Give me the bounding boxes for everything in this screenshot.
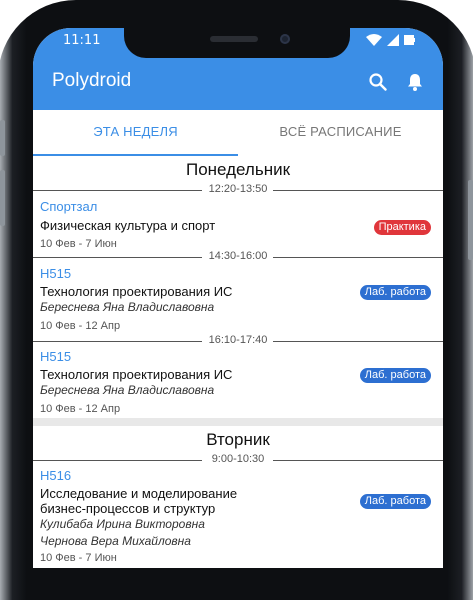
day-card-monday: Понедельник 12:20-13:50 Спортзал Физичес…: [33, 156, 443, 418]
lesson-teacher: Кулибаба Ирина Викторовна: [40, 517, 205, 531]
front-camera: [280, 34, 290, 44]
status-time: 11:11: [63, 33, 101, 48]
lesson-item[interactable]: Н515 Технология проектирования ИС Лаб. р…: [33, 264, 443, 334]
time-separator: 9:00-10:30: [33, 453, 443, 467]
day-title: Вторник: [206, 430, 270, 449]
lesson-item[interactable]: Н516 Исследование и моделирование бизнес…: [33, 466, 443, 568]
lesson-time: 16:10-17:40: [208, 334, 268, 346]
tab-this-week[interactable]: ЭТА НЕДЕЛЯ: [33, 110, 238, 156]
lesson-teacher: Береснева Яна Владиславовна: [40, 300, 215, 314]
app-bar: 11:11 Polydroid: [33, 28, 443, 110]
time-separator: 16:10-17:40: [33, 334, 443, 348]
lesson-subject-line: бизнес-процессов и структур: [40, 501, 216, 516]
lesson-room: Н515: [40, 349, 72, 364]
bell-icon[interactable]: [405, 72, 425, 92]
schedule-list[interactable]: Понедельник 12:20-13:50 Спортзал Физичес…: [33, 156, 443, 568]
lesson-teacher: Береснева Яна Владиславовна: [40, 383, 215, 397]
lesson-room: Спортзал: [40, 199, 98, 214]
phone-screen: 11:11 Polydroid ЭТА НЕДЕЛЯ ВСЁ РАСПИСАНИ…: [33, 28, 443, 568]
lesson-item[interactable]: Спортзал Физическая культура и спорт Пра…: [33, 196, 443, 250]
search-icon[interactable]: [368, 72, 388, 92]
lesson-subject: Физическая культура и спорт: [40, 218, 216, 233]
wifi-icon: [366, 34, 382, 46]
day-card-tuesday: Вторник 9:00-10:30 Н516 Исследование и м…: [33, 426, 443, 568]
lesson-time: 12:20-13:50: [208, 183, 268, 195]
lesson-type-badge: Лаб. работа: [359, 285, 431, 300]
battery-icon: [404, 35, 415, 45]
lesson-type-badge: Практика: [373, 220, 431, 235]
speaker-grille: [210, 36, 258, 42]
tab-all-schedule[interactable]: ВСЁ РАСПИСАНИЕ: [238, 110, 443, 156]
side-button: [468, 180, 473, 260]
lesson-subject: Технология проектирования ИС: [40, 284, 233, 299]
lesson-type-badge: Лаб. работа: [359, 494, 431, 509]
signal-icon: [387, 34, 399, 46]
lesson-dates: 10 Фев - 7 Июн: [40, 552, 117, 564]
lesson-dates: 10 Фев - 12 Апр: [40, 403, 121, 415]
time-separator: 12:20-13:50: [33, 183, 443, 197]
app-title: Polydroid: [52, 70, 132, 91]
lesson-subject-line: Исследование и моделирование: [40, 486, 238, 501]
status-icons: [366, 34, 415, 46]
lesson-dates: 10 Фев - 12 Апр: [40, 320, 121, 332]
tab-bar: ЭТА НЕДЕЛЯ ВСЁ РАСПИСАНИЕ: [33, 110, 443, 156]
notch: [124, 28, 350, 58]
lesson-room: Н515: [40, 266, 72, 281]
lesson-dates: 10 Фев - 7 Июн: [40, 238, 117, 250]
lesson-teacher: Чернова Вера Михайловна: [40, 534, 191, 548]
side-button: [0, 170, 5, 226]
lesson-subject: Технология проектирования ИС: [40, 367, 233, 382]
lesson-type-badge: Лаб. работа: [359, 368, 431, 383]
lesson-time: 9:00-10:30: [211, 453, 265, 465]
lesson-item[interactable]: Н515 Технология проектирования ИС Лаб. р…: [33, 347, 443, 417]
time-separator: 14:30-16:00: [33, 250, 443, 264]
lesson-room: Н516: [40, 468, 72, 483]
side-button: [0, 120, 5, 156]
day-title: Понедельник: [185, 160, 291, 179]
lesson-time: 14:30-16:00: [208, 250, 268, 262]
